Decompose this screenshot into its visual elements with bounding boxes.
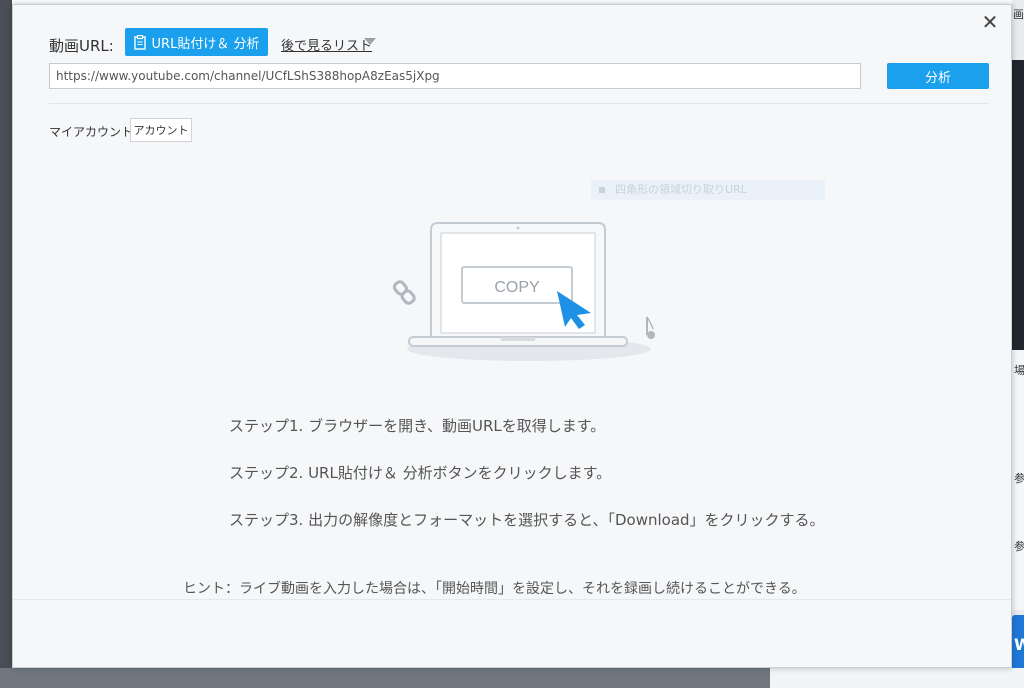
paste-url-analyze-button[interactable]: URL貼付け＆ 分析 [125,28,268,56]
background-app-blue-button: W [1012,615,1024,675]
footer-divider [13,599,1011,600]
analyze-button[interactable]: 分析 [887,63,989,89]
divider [49,103,989,104]
background-text-fragment: 参 [1014,472,1024,485]
copy-label: COPY [494,279,540,296]
faded-tooltip-text: 四角形の領域切り取りURL [615,183,747,196]
background-text-fragment: 参 [1014,540,1024,553]
step-2: ステップ2. URL貼付け＆ 分析ボタンをクリックします。 [229,462,611,483]
step-1-prefix: ステップ1. [229,417,304,435]
faded-tooltip: 四角形の領域切り取りURL [591,180,825,200]
step-1: ステップ1. ブラウザーを開き、動画URLを取得します。 [229,415,605,436]
copy-illustration: COPY [389,217,669,367]
paste-button-label: URL貼付け＆ 分析 [151,36,260,52]
background-text-fragment: 画 [1013,8,1024,21]
background-text-fragment: 場 [1014,364,1024,377]
my-account-label: マイアカウント [49,125,134,139]
square-icon [599,187,605,193]
background-text-fragment: W [1014,635,1024,654]
background-app-dark-panel [1012,60,1024,350]
watch-later-link[interactable]: 後で見るリスト [281,35,372,54]
background-app-bottom-card [770,668,1024,688]
background-app-light-panel: 場 参 参 [1012,350,1024,610]
step-1-text: ブラウザーを開き、動画URLを取得します。 [303,417,606,435]
background-app-left [0,0,12,688]
url-input[interactable] [49,63,861,89]
account-button[interactable]: アカウント [130,118,192,142]
dropdown-arrow-icon[interactable] [364,38,376,45]
step-2-prefix: ステップ2. [229,464,304,482]
step-3: ステップ3. 出力の解像度とフォーマットを選択すると、「Download」をクリ… [229,509,825,530]
clipboard-icon [133,34,146,50]
step-2-text: URL貼付け＆ 分析ボタンをクリックします。 [303,464,612,482]
step-3-text: 出力の解像度とフォーマットを選択すると、「Download」をクリックする。 [303,511,825,529]
hint-text: ヒント：ライブ動画を入力した場合は、「開始時間」を設定し、それを録画し続けること… [183,581,806,597]
close-button[interactable]: ✕ [977,9,1003,35]
video-url-label: 動画URL: [49,37,114,55]
laptop-illustration: COPY [392,222,655,361]
url-analysis-dialog: ✕ 動画URL: URL貼付け＆ 分析 後で見るリスト 分析 マイアカウント ア… [12,4,1012,668]
step-3-prefix: ステップ3. [229,511,304,529]
